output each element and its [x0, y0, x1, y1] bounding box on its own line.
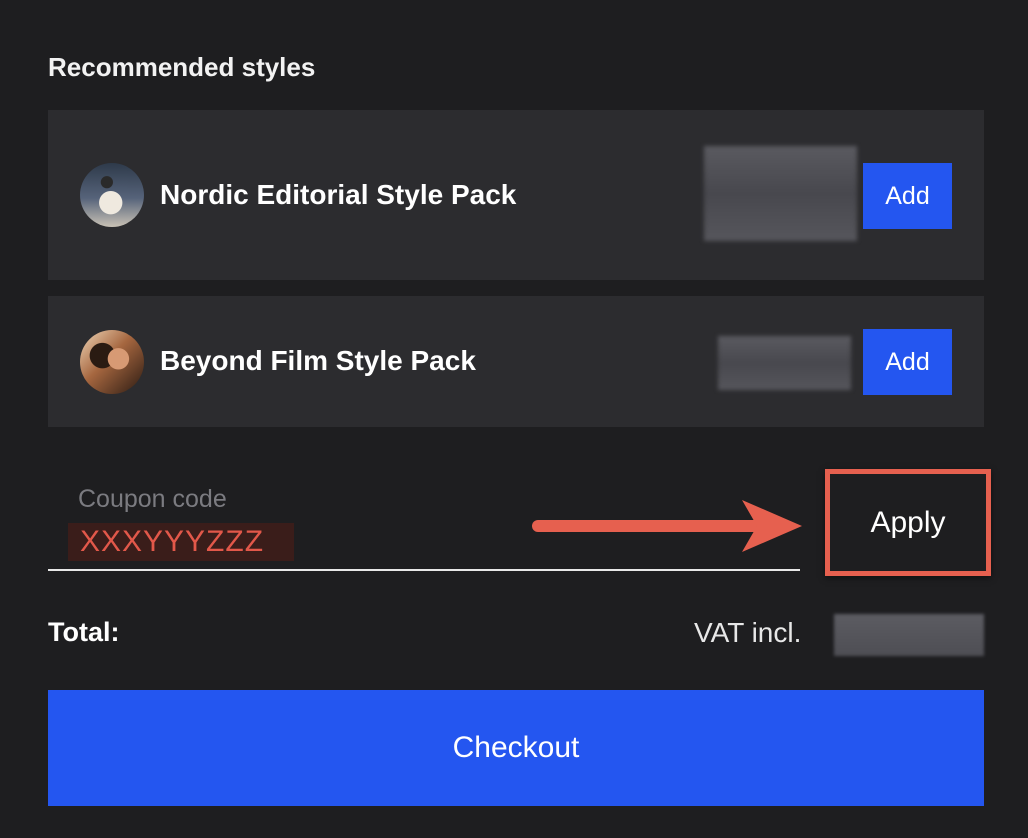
coupon-input[interactable] [68, 523, 294, 561]
coupon-label: Coupon code [78, 485, 227, 513]
add-button-beyond-film[interactable]: Add [863, 329, 952, 395]
pack-thumbnail-avatar [80, 330, 144, 394]
apply-coupon-button[interactable]: Apply [836, 480, 980, 565]
pack-title: Beyond Film Style Pack [160, 345, 476, 376]
pack-thumbnail-avatar [80, 163, 144, 227]
pack-title: Nordic Editorial Style Pack [160, 179, 517, 210]
recommendation-card-beyond-film: Beyond Film Style Pack Add [48, 296, 984, 427]
checkout-panel: Recommended styles Nordic Editorial Styl… [0, 0, 1028, 838]
section-title: Recommended styles [48, 52, 316, 82]
checkout-button[interactable]: Checkout [48, 690, 984, 806]
arrow-right-icon [532, 500, 802, 552]
vat-label: VAT incl. [694, 617, 802, 648]
total-label: Total: [48, 617, 120, 647]
price-redacted [718, 336, 851, 390]
price-redacted [704, 146, 857, 241]
add-button-nordic[interactable]: Add [863, 163, 952, 229]
total-price-redacted [834, 614, 984, 656]
recommendation-card-nordic: Nordic Editorial Style Pack Add [48, 110, 984, 280]
